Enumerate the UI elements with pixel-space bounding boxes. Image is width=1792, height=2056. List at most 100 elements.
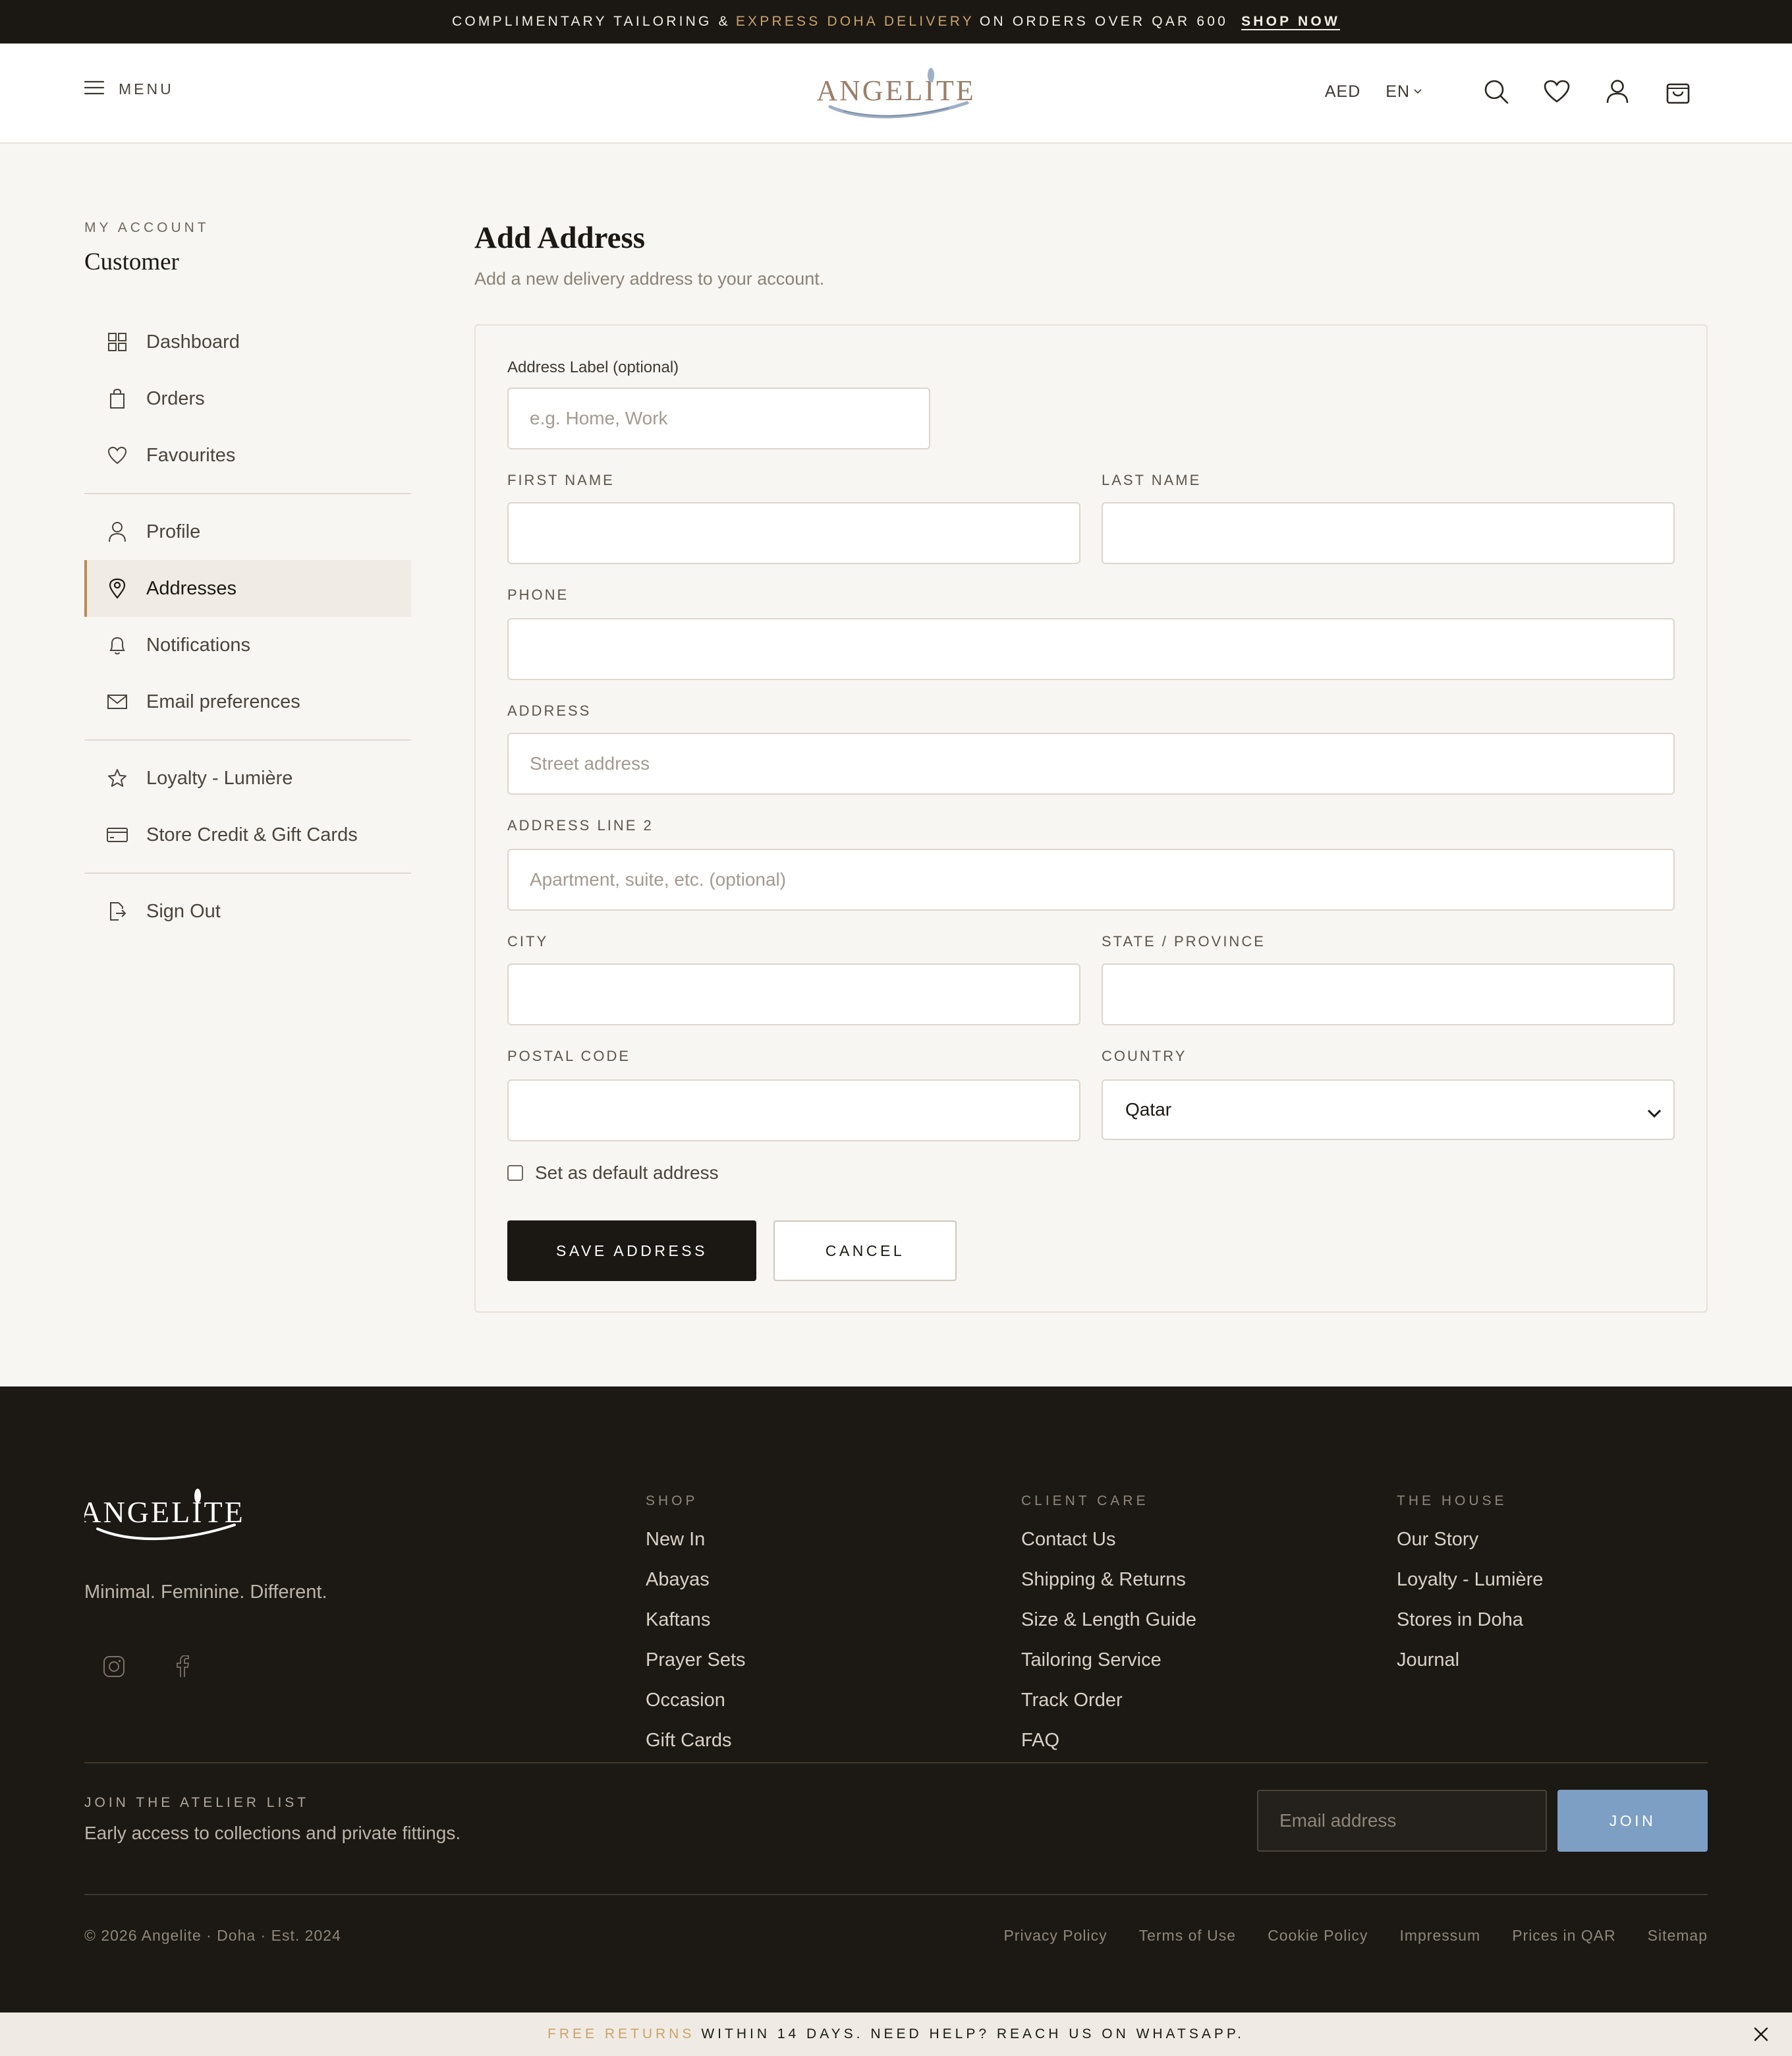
page-title: Add Address [474, 221, 646, 255]
hamburger-icon [84, 80, 105, 98]
address-line-2-input[interactable] [507, 849, 1675, 911]
first-name-input[interactable] [507, 502, 1080, 564]
sidebar-item-orders[interactable]: Orders [84, 370, 411, 427]
address-field-label: ADDRESS [507, 702, 592, 719]
country-label: COUNTRY [1102, 1048, 1187, 1064]
page-subtitle: Add a new delivery address to your accou… [474, 269, 825, 289]
menu-button[interactable]: MENU [84, 80, 174, 98]
footer-link[interactable]: Track Order [1021, 1690, 1351, 1730]
footer-link[interactable]: Occasion [646, 1690, 975, 1730]
sidebar-item-favourites[interactable]: Favourites [84, 427, 411, 484]
footer-column-heading: THE HOUSE [1397, 1493, 1507, 1508]
site-header: MENU ANGELITE AED EN [0, 43, 1792, 144]
city-label: CITY [507, 933, 549, 950]
footer-link[interactable]: Stores in Doha [1397, 1609, 1726, 1649]
svg-text:ANGELITE: ANGELITE [84, 1495, 242, 1529]
copyright: © 2026 Angelite · Doha · Est. 2024 [84, 1927, 341, 1944]
save-address-button[interactable]: SAVE ADDRESS [507, 1220, 756, 1281]
postal-code-input[interactable] [507, 1079, 1080, 1141]
chevron-down-icon [1414, 86, 1422, 98]
bag-icon[interactable] [1663, 76, 1693, 107]
instagram-icon[interactable] [98, 1650, 130, 1683]
search-icon[interactable] [1481, 76, 1511, 107]
legal-link-privacy[interactable]: Privacy Policy [1003, 1927, 1107, 1945]
default-address-checkbox-row[interactable]: Set as default address [507, 1162, 719, 1184]
footer-link[interactable]: Size & Length Guide [1021, 1609, 1351, 1649]
facebook-icon[interactable] [166, 1650, 199, 1683]
phone-input[interactable] [507, 618, 1675, 680]
account-name: Customer [84, 248, 179, 275]
user-icon[interactable] [1602, 76, 1633, 107]
sign-out-icon [105, 900, 129, 923]
footer-link[interactable]: Journal [1397, 1649, 1726, 1690]
legal-link-sitemap[interactable]: Sitemap [1648, 1927, 1708, 1945]
last-name-input[interactable] [1102, 502, 1675, 564]
sidebar-item-label: Dashboard [146, 331, 240, 353]
footer-link[interactable]: Our Story [1397, 1529, 1726, 1569]
legal-link-cookies[interactable]: Cookie Policy [1268, 1927, 1368, 1945]
footer-column-shop: SHOP New In Abayas Kaftans Prayer Sets O… [646, 1386, 988, 1762]
sidebar-item-label: Loyalty - Lumière [146, 767, 293, 789]
menu-label: MENU [119, 80, 174, 98]
state-input[interactable] [1102, 963, 1675, 1025]
legal-link-terms[interactable]: Terms of Use [1139, 1927, 1236, 1945]
bottom-announcement-bar: Free returns within 14 days. Need help? … [0, 2013, 1792, 2056]
country-select-value: Qatar [1125, 1099, 1172, 1120]
account-sidebar: Dashboard Orders Favourites Profile Addr… [84, 314, 411, 940]
newsletter-heading: JOIN THE ATELIER LIST [84, 1795, 310, 1810]
announcement-text-after: on orders over QAR 600 [979, 14, 1229, 29]
sidebar-item-sign-out[interactable]: Sign Out [84, 883, 411, 940]
legal-link-impressum[interactable]: Impressum [1399, 1927, 1480, 1945]
address-label-input[interactable] [507, 387, 930, 449]
cancel-button[interactable]: CANCEL [773, 1220, 957, 1281]
star-icon [105, 766, 129, 790]
footer-link[interactable]: Tailoring Service [1021, 1649, 1351, 1690]
close-icon[interactable] [1752, 2026, 1770, 2043]
country-select[interactable]: Qatar [1102, 1079, 1675, 1140]
language-label: EN [1386, 82, 1410, 101]
sidebar-item-profile[interactable]: Profile [84, 503, 411, 560]
announcement-accent-text: Express Doha delivery [735, 14, 974, 29]
sidebar-item-notifications[interactable]: Notifications [84, 617, 411, 673]
language-selector[interactable]: EN [1386, 82, 1422, 101]
legal-link-prices[interactable]: Prices in QAR [1512, 1927, 1615, 1945]
street-address-input[interactable] [507, 733, 1675, 795]
footer-link[interactable]: Shipping & Returns [1021, 1569, 1351, 1609]
user-icon [105, 520, 129, 544]
footer-link[interactable]: Prayer Sets [646, 1649, 975, 1690]
logo[interactable]: ANGELITE [816, 66, 975, 125]
footer-link[interactable]: Gift Cards [646, 1730, 975, 1762]
sidebar-item-label: Store Credit & Gift Cards [146, 824, 358, 845]
newsletter-join-button[interactable]: JOIN [1557, 1790, 1708, 1852]
default-address-checkbox[interactable] [507, 1165, 523, 1181]
legal-links: Privacy Policy Terms of Use Cookie Polic… [1003, 1927, 1708, 1945]
footer-link[interactable]: Abayas [646, 1569, 975, 1609]
site-footer: ANGELITE Minimal. Feminine. Different. S… [0, 1386, 1792, 2013]
currency-selector[interactable]: AED [1325, 82, 1360, 101]
address-label-field-label: Address Label (optional) [507, 358, 679, 376]
footer-column-client-care: CLIENT CARE Contact Us Shipping & Return… [1021, 1386, 1364, 1762]
sidebar-item-label: Addresses [146, 577, 237, 599]
sidebar-item-dashboard[interactable]: Dashboard [84, 314, 411, 370]
header-actions: AED EN [1325, 76, 1693, 107]
heart-icon [105, 443, 129, 467]
sidebar-item-store-credit[interactable]: Store Credit & Gift Cards [84, 807, 411, 863]
footer-link[interactable]: Contact Us [1021, 1529, 1351, 1569]
footer-link[interactable]: Loyalty - Lumière [1397, 1569, 1726, 1609]
footer-logo[interactable]: ANGELITE [79, 1488, 243, 1547]
newsletter-email-input[interactable] [1257, 1790, 1547, 1852]
shop-now-link[interactable]: Shop now [1241, 14, 1340, 30]
heart-icon[interactable] [1542, 76, 1572, 107]
footer-column-the-house: THE HOUSE Our Story Loyalty - Lumière St… [1397, 1386, 1726, 1762]
city-input[interactable] [507, 963, 1080, 1025]
footer-link[interactable]: FAQ [1021, 1730, 1351, 1762]
sidebar-item-addresses[interactable]: Addresses [84, 560, 411, 617]
postal-code-label: POSTAL CODE [507, 1048, 631, 1064]
sidebar-item-email-preferences[interactable]: Email preferences [84, 673, 411, 730]
footer-link[interactable]: New In [646, 1529, 975, 1569]
sidebar-item-label: Notifications [146, 634, 250, 656]
account-eyebrow: MY ACCOUNT [84, 220, 210, 235]
sidebar-item-loyalty[interactable]: Loyalty - Lumière [84, 750, 411, 807]
footer-divider [84, 1894, 1708, 1895]
footer-link[interactable]: Kaftans [646, 1609, 975, 1649]
